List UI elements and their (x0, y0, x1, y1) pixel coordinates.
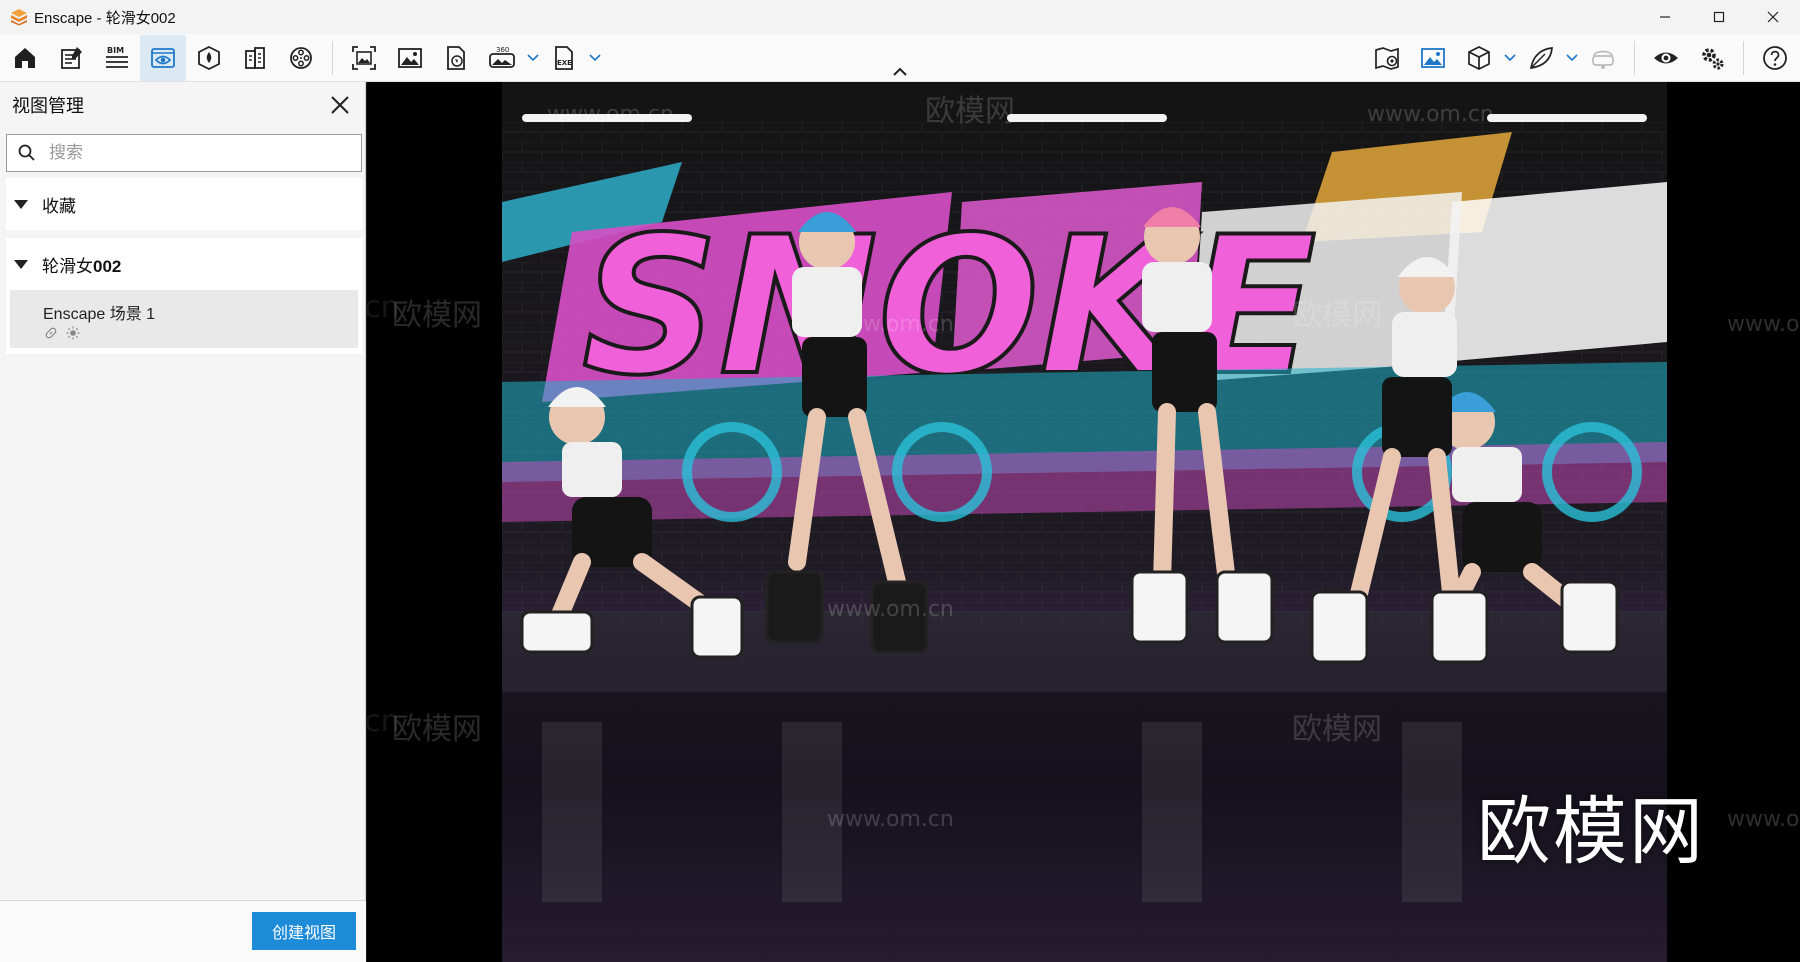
expand-triangle-icon (14, 259, 28, 269)
sun-icon (66, 326, 80, 340)
eye-view-icon (151, 48, 175, 68)
asset-library-button[interactable] (186, 35, 232, 81)
screenshot-button[interactable] (387, 35, 433, 81)
favorites-label: 收藏 (42, 196, 76, 216)
minimize-icon (1660, 16, 1670, 18)
watermark-logo: 欧模网 (1477, 789, 1705, 875)
enscape-logo-icon (11, 9, 27, 26)
chevron-down-icon (1504, 54, 1516, 62)
search-box (6, 134, 362, 172)
render-viewport[interactable]: SNOKE cn cn 欧模网 欧模网 欧模网 欧模网 欧模网 www.om.c… (367, 82, 1800, 962)
home-icon (15, 48, 35, 68)
home-button[interactable] (2, 35, 48, 81)
toolbar-separator (332, 41, 333, 75)
leaf-button[interactable] (1518, 35, 1564, 81)
search-icon (18, 144, 35, 161)
screenshot-icon (398, 48, 422, 68)
project-header[interactable]: 轮滑女002 (6, 238, 362, 290)
title-bar: Enscape - 轮滑女002 (0, 0, 1800, 34)
chevron-down-icon (589, 54, 601, 62)
view-manager-panel: 视图管理 收藏 轮滑女002 Enscape 场景 1 创建视图 (0, 82, 366, 962)
materials-button[interactable] (232, 35, 278, 81)
map-pin-icon (1375, 47, 1399, 70)
cube-icon (1468, 46, 1490, 70)
cube-dropdown[interactable] (1502, 35, 1518, 81)
maximize-icon (1713, 11, 1725, 23)
watermark-url: www.om.cn (1727, 807, 1800, 832)
link-icon (45, 327, 57, 339)
maximize-button[interactable] (1692, 0, 1746, 34)
close-panel-icon[interactable] (329, 94, 351, 116)
watermark-url: www.om.cn (827, 312, 954, 337)
visual-settings-button[interactable] (1643, 35, 1689, 81)
building-icon (245, 47, 265, 69)
watermark-url: www.om.cn (1727, 312, 1800, 337)
video-editor-button[interactable] (278, 35, 324, 81)
minimize-button[interactable] (1638, 0, 1692, 34)
close-icon (1767, 11, 1779, 23)
panorama-dropdown[interactable] (525, 35, 541, 81)
panorama-button[interactable]: 360 (479, 35, 525, 81)
settings-button[interactable] (1689, 35, 1735, 81)
close-window-button[interactable] (1746, 0, 1800, 34)
exe-export-button[interactable]: EXE (541, 35, 587, 81)
create-view-button[interactable]: 创建视图 (252, 912, 356, 950)
render-view-button[interactable] (1410, 35, 1456, 81)
view-name: Enscape 场景 1 (43, 306, 156, 323)
map-button[interactable] (1364, 35, 1410, 81)
search-input[interactable] (49, 143, 349, 163)
watermark-text: 欧模网 (392, 298, 482, 333)
toolbar-separator (1634, 41, 1635, 75)
web-export-button[interactable] (433, 35, 479, 81)
chevron-down-icon (527, 54, 539, 62)
watermark-url: www.om.cn (1367, 102, 1494, 127)
batch-render-icon (352, 46, 376, 70)
notes-button[interactable] (48, 35, 94, 81)
bim-button[interactable]: BIM (94, 35, 140, 81)
leaf-dropdown[interactable] (1564, 35, 1580, 81)
watermark-url: www.om.cn (827, 807, 954, 832)
view-item[interactable]: Enscape 场景 1 (10, 290, 358, 348)
panel-footer: 创建视图 (0, 900, 366, 962)
leaf-icon (1529, 47, 1553, 70)
exe-export-dropdown[interactable] (587, 35, 603, 81)
gear-icon (1702, 48, 1724, 70)
watermark-text: 欧模网 (392, 712, 482, 747)
watermark-url: www.om.cn (827, 597, 954, 622)
notes-icon (61, 47, 82, 69)
bim-icon: BIM (106, 46, 128, 68)
vr-button[interactable] (1580, 35, 1626, 81)
asset-library-icon (198, 45, 220, 71)
favorites-header[interactable]: 收藏 (6, 178, 362, 230)
chevron-down-icon (1566, 54, 1578, 62)
image-view-icon (1421, 48, 1445, 68)
eye-icon (1654, 52, 1678, 64)
web-export-icon (447, 46, 465, 70)
svg-text:EXE: EXE (557, 59, 572, 67)
cube-button[interactable] (1456, 35, 1502, 81)
help-button[interactable] (1752, 35, 1798, 81)
vr-headset-icon (1592, 50, 1614, 69)
panel-title: 视图管理 (12, 96, 84, 116)
svg-text:360: 360 (496, 46, 509, 54)
watermark-text: 欧模网 (925, 94, 1015, 129)
favorites-section: 收藏 (6, 178, 362, 230)
project-label: 轮滑女002 (42, 256, 122, 276)
panel-header: 视图管理 (0, 82, 365, 128)
watermark-text: 欧模网 (1292, 298, 1382, 333)
batch-render-button[interactable] (341, 35, 387, 81)
views-button[interactable] (140, 35, 186, 81)
toolbar-separator (1743, 41, 1744, 75)
watermark-text: 欧模网 (1292, 712, 1382, 747)
watermark-url: www.om.cn (547, 102, 674, 127)
exe-export-icon: EXE (555, 46, 573, 70)
help-icon (1763, 46, 1787, 70)
panorama-360-icon: 360 (489, 46, 515, 68)
expand-triangle-icon (14, 199, 28, 209)
project-section: 轮滑女002 Enscape 场景 1 (6, 238, 362, 354)
collapse-toolbar-icon[interactable] (890, 64, 910, 80)
window-title: Enscape - 轮滑女002 (34, 9, 176, 27)
film-reel-icon (290, 47, 312, 69)
svg-text:BIM: BIM (107, 46, 124, 55)
